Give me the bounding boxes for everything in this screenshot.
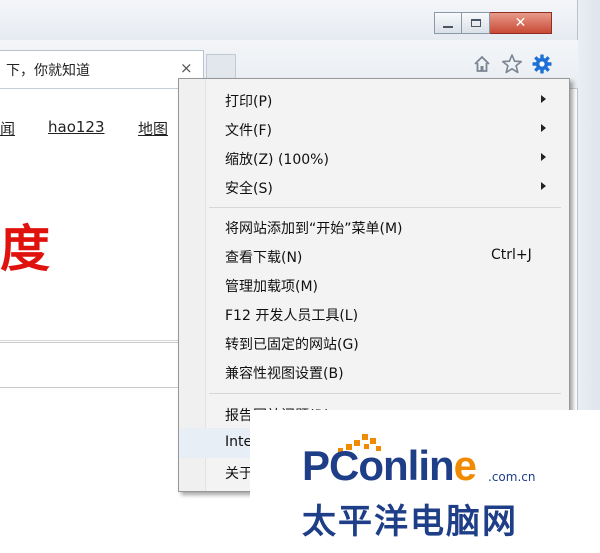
menu-item-safety[interactable]: 安全(S) — [179, 172, 569, 202]
favorites-star-icon[interactable] — [500, 52, 524, 76]
watermark-domain: .com.cn — [488, 470, 536, 484]
page-link-map[interactable]: 地图 — [138, 118, 168, 139]
maximize-button[interactable] — [462, 12, 490, 34]
menu-item-label: 兼容性视图设置(B) — [225, 366, 344, 382]
submenu-arrow-icon — [541, 182, 546, 190]
menu-item-label: Inte — [225, 434, 253, 450]
minimize-icon — [443, 26, 453, 28]
close-icon: ✕ — [514, 15, 527, 31]
menu-item-label: 查看下载(N) — [225, 250, 303, 266]
search-logo-fragment: 度 — [0, 220, 50, 278]
window-caption-buttons: ✕ — [434, 12, 552, 34]
new-tab-button[interactable] — [206, 54, 236, 80]
page-divider — [0, 340, 190, 341]
menu-item-compatibility-view[interactable]: 兼容性视图设置(B) — [179, 357, 569, 387]
menu-item-label: F12 开发人员工具(L) — [225, 308, 359, 324]
pconline-watermark: PConline .com.cn 太平洋电脑网 — [250, 410, 600, 553]
submenu-arrow-icon — [541, 124, 546, 132]
menu-item-label: 缩放(Z) (100%) — [225, 152, 329, 168]
menu-item-pinned-sites[interactable]: 转到已固定的网站(G) — [179, 328, 569, 358]
minimize-button[interactable] — [434, 12, 462, 34]
menu-item-print[interactable]: 打印(P) — [179, 85, 569, 115]
menu-item-label: 文件(F) — [225, 123, 272, 139]
watermark-brand-prefix: PConlin — [302, 442, 455, 489]
maximize-icon — [470, 19, 481, 27]
menu-item-label: 关于 — [225, 466, 253, 482]
search-box-fragment[interactable] — [0, 342, 188, 388]
menu-item-label: 安全(S) — [225, 181, 273, 197]
browser-tab[interactable]: 下，你就知道 × — [0, 50, 204, 88]
menu-separator — [209, 207, 561, 208]
menu-item-label: 打印(P) — [225, 94, 273, 110]
menu-item-label: 管理加载项(M) — [225, 279, 319, 295]
menu-item-add-to-start[interactable]: 将网站添加到“开始”菜单(M) — [179, 212, 569, 242]
page-link-news[interactable]: 闻 — [0, 118, 15, 139]
submenu-arrow-icon — [541, 153, 546, 161]
tab-title: 下，你就知道 — [6, 63, 90, 79]
menu-item-label: 将网站添加到“开始”菜单(M) — [225, 221, 403, 237]
watermark-brand-accent: e — [453, 442, 477, 489]
menu-item-shortcut: Ctrl+J — [491, 247, 532, 263]
page-link-hao123[interactable]: hao123 — [48, 118, 105, 136]
command-icons — [470, 52, 554, 76]
menu-item-label: 转到已固定的网站(G) — [225, 337, 359, 353]
watermark-chinese-name: 太平洋电脑网 — [302, 502, 518, 542]
tools-gear-icon[interactable] — [530, 52, 554, 76]
tab-close-button[interactable]: × — [180, 59, 193, 77]
menu-item-f12-devtools[interactable]: F12 开发人员工具(L) — [179, 299, 569, 329]
menu-item-zoom[interactable]: 缩放(Z) (100%) — [179, 143, 569, 173]
close-window-button[interactable]: ✕ — [490, 12, 552, 34]
menu-item-file[interactable]: 文件(F) — [179, 114, 569, 144]
menu-item-view-downloads[interactable]: 查看下载(N) Ctrl+J — [179, 241, 569, 271]
submenu-arrow-icon — [541, 95, 546, 103]
home-icon[interactable] — [470, 52, 494, 76]
menu-item-manage-addons[interactable]: 管理加载项(M) — [179, 270, 569, 300]
watermark-brand: PConline — [302, 442, 477, 490]
menu-separator — [209, 393, 561, 394]
